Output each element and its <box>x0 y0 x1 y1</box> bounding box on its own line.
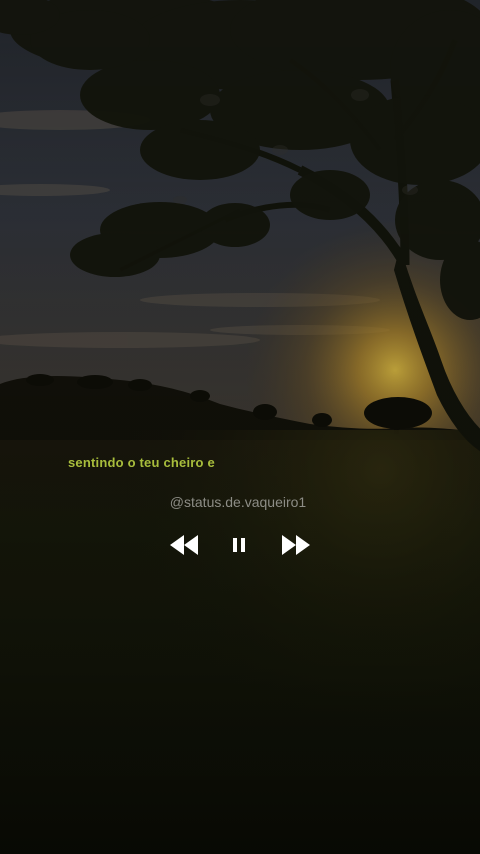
player-controls <box>160 528 320 562</box>
next-button[interactable] <box>276 528 316 562</box>
pause-icon <box>233 538 245 552</box>
lyric-line: sentindo o teu cheiro e <box>68 455 215 470</box>
creator-handle: @status.de.vaqueiro1 <box>169 494 307 510</box>
background-sunset-photo <box>0 0 480 854</box>
video-frame: sentindo o teu cheiro e @status.de.vaque… <box>0 0 480 854</box>
fast-forward-icon <box>282 535 310 555</box>
previous-button[interactable] <box>164 528 204 562</box>
pause-button[interactable] <box>224 528 254 562</box>
rewind-icon <box>170 535 198 555</box>
